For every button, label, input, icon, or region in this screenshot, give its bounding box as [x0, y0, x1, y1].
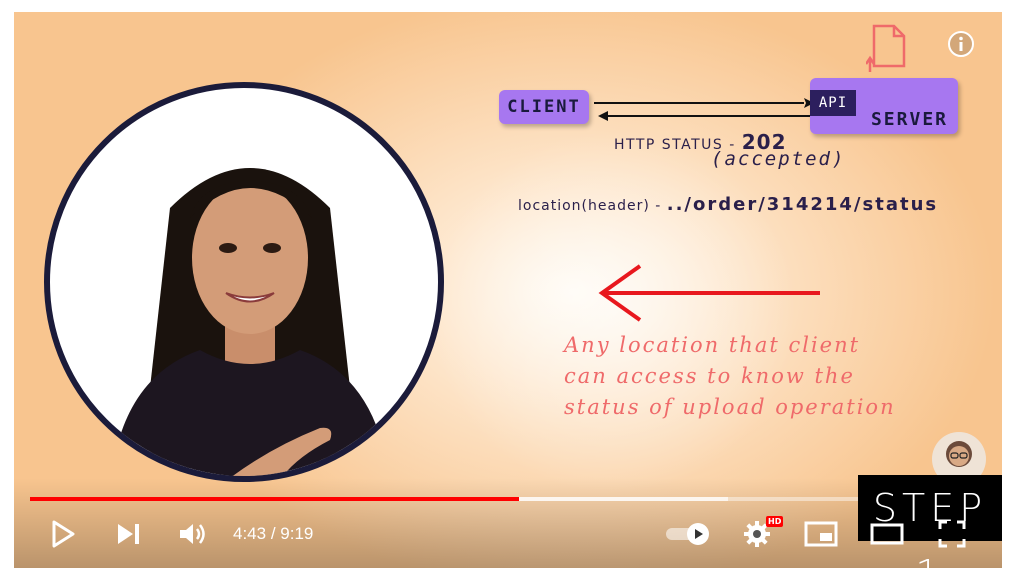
- api-label: API: [810, 90, 856, 116]
- document-icon: [866, 24, 906, 72]
- fullscreen-icon: [938, 520, 966, 548]
- video-player[interactable]: CLIENT API SERVER HTTP STATUS - 202 (acc…: [14, 12, 1002, 568]
- miniplayer-icon: [804, 521, 838, 547]
- play-icon: [52, 520, 75, 548]
- autoplay-toggle[interactable]: [664, 516, 712, 552]
- duration: 9:19: [280, 524, 314, 543]
- play-button[interactable]: [48, 516, 78, 552]
- next-button[interactable]: [114, 516, 144, 552]
- progress-played: [30, 497, 520, 501]
- note-line: Any location that client: [564, 333, 861, 357]
- server-box: API SERVER: [810, 78, 958, 134]
- controls-gradient: [14, 478, 1002, 568]
- current-time: 4:43: [233, 524, 267, 543]
- time-display: 4:43 / 9:19: [233, 524, 313, 544]
- time-separator: /: [266, 524, 281, 543]
- miniplayer-button[interactable]: [804, 516, 838, 552]
- location-prefix: location(header) -: [518, 198, 667, 214]
- note-line: can access to know the: [564, 364, 855, 388]
- presenter-portrait: [44, 82, 444, 482]
- theater-mode-button[interactable]: [870, 516, 904, 552]
- client-label: CLIENT: [507, 97, 581, 117]
- autoplay-toggle-icon: [666, 523, 709, 545]
- location-path: ../order/314214/status: [666, 194, 939, 215]
- progress-bar[interactable]: [30, 497, 986, 501]
- volume-icon: [180, 524, 205, 544]
- next-icon: [118, 524, 139, 544]
- fullscreen-button[interactable]: [936, 516, 968, 552]
- mute-button[interactable]: [176, 516, 210, 552]
- accepted-text: (accepted): [711, 148, 846, 170]
- client-box: CLIENT: [499, 90, 589, 124]
- theater-mode-icon: [870, 523, 904, 545]
- handwritten-note: Any location that client can access to k…: [564, 330, 984, 423]
- location-header-line: location(header) - ../order/314214/statu…: [518, 194, 938, 215]
- info-icon[interactable]: [948, 31, 974, 57]
- server-label: SERVER: [870, 109, 948, 130]
- note-line: status of upload operation: [564, 395, 896, 419]
- hd-badge: HD: [766, 516, 784, 527]
